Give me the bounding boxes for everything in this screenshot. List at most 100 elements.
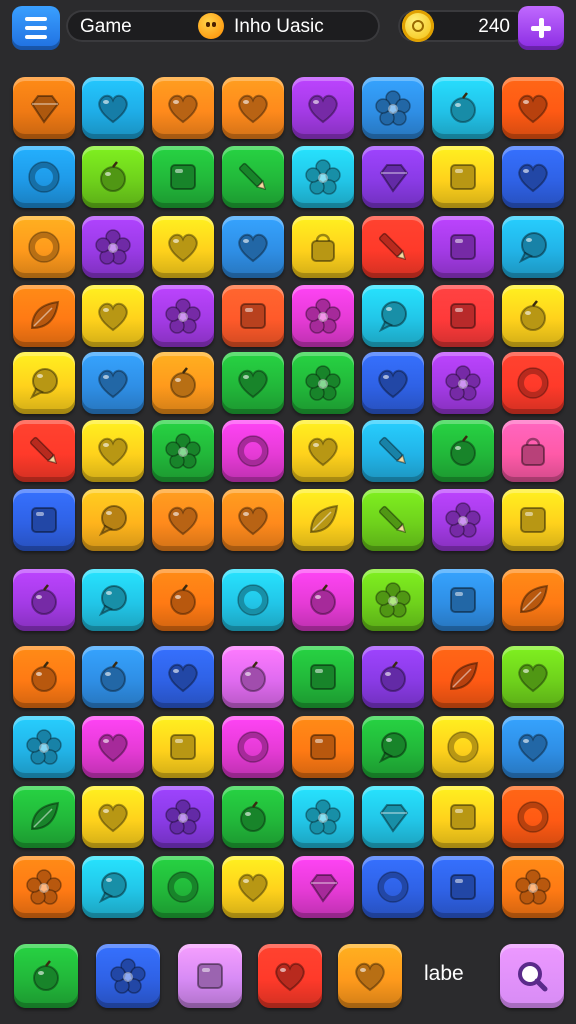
board-tile[interactable] xyxy=(432,216,494,278)
board-tile[interactable] xyxy=(222,856,284,918)
board-tile[interactable] xyxy=(432,786,494,848)
board-tile[interactable] xyxy=(152,569,214,631)
tray-tile[interactable] xyxy=(14,944,78,1008)
board-tile[interactable] xyxy=(13,77,75,139)
board-tile[interactable] xyxy=(362,569,424,631)
board-tile[interactable] xyxy=(362,786,424,848)
board-tile[interactable] xyxy=(222,352,284,414)
board-tile[interactable] xyxy=(502,285,564,347)
board-tile[interactable] xyxy=(152,646,214,708)
board-tile[interactable] xyxy=(292,786,354,848)
board-tile[interactable] xyxy=(152,77,214,139)
board-tile[interactable] xyxy=(82,77,144,139)
board-tile[interactable] xyxy=(502,146,564,208)
board-tile[interactable] xyxy=(222,216,284,278)
board-tile[interactable] xyxy=(362,285,424,347)
board-tile[interactable] xyxy=(152,716,214,778)
board-tile[interactable] xyxy=(13,856,75,918)
board-tile[interactable] xyxy=(82,216,144,278)
board-tile[interactable] xyxy=(432,352,494,414)
tray-tile[interactable] xyxy=(258,944,322,1008)
board-tile[interactable] xyxy=(82,716,144,778)
board-tile[interactable] xyxy=(502,77,564,139)
board-tile[interactable] xyxy=(222,786,284,848)
board-tile[interactable] xyxy=(432,77,494,139)
board-tile[interactable] xyxy=(502,352,564,414)
board-tile[interactable] xyxy=(222,569,284,631)
board-tile[interactable] xyxy=(82,489,144,551)
board-tile[interactable] xyxy=(362,420,424,482)
board-tile[interactable] xyxy=(432,420,494,482)
board-tile[interactable] xyxy=(82,420,144,482)
board-tile[interactable] xyxy=(82,786,144,848)
board-tile[interactable] xyxy=(152,285,214,347)
board-tile[interactable] xyxy=(13,352,75,414)
board-tile[interactable] xyxy=(222,646,284,708)
board-tile[interactable] xyxy=(13,716,75,778)
board-tile[interactable] xyxy=(13,216,75,278)
board-tile[interactable] xyxy=(432,285,494,347)
board-tile[interactable] xyxy=(222,285,284,347)
board-tile[interactable] xyxy=(502,716,564,778)
tray-tile[interactable] xyxy=(96,944,160,1008)
board-tile[interactable] xyxy=(82,352,144,414)
board-tile[interactable] xyxy=(502,786,564,848)
board-tile[interactable] xyxy=(502,216,564,278)
board-tile[interactable] xyxy=(432,716,494,778)
board-tile[interactable] xyxy=(152,786,214,848)
board-tile[interactable] xyxy=(82,646,144,708)
board-tile[interactable] xyxy=(292,285,354,347)
board-tile[interactable] xyxy=(152,856,214,918)
board-tile[interactable] xyxy=(13,285,75,347)
board-tile[interactable] xyxy=(362,489,424,551)
board-tile[interactable] xyxy=(362,77,424,139)
board-tile[interactable] xyxy=(432,856,494,918)
board-tile[interactable] xyxy=(502,489,564,551)
board-tile[interactable] xyxy=(292,352,354,414)
board-tile[interactable] xyxy=(292,216,354,278)
board-tile[interactable] xyxy=(432,569,494,631)
board-tile[interactable] xyxy=(292,856,354,918)
board-tile[interactable] xyxy=(152,146,214,208)
board-tile[interactable] xyxy=(502,569,564,631)
board-tile[interactable] xyxy=(362,646,424,708)
board-tile[interactable] xyxy=(502,420,564,482)
board-tile[interactable] xyxy=(82,285,144,347)
board-tile[interactable] xyxy=(82,569,144,631)
board-tile[interactable] xyxy=(292,716,354,778)
tray-tile[interactable] xyxy=(178,944,242,1008)
board-tile[interactable] xyxy=(82,856,144,918)
tray-tile[interactable] xyxy=(338,944,402,1008)
board-tile[interactable] xyxy=(502,856,564,918)
board-tile[interactable] xyxy=(152,420,214,482)
board-tile[interactable] xyxy=(13,646,75,708)
board-tile[interactable] xyxy=(432,146,494,208)
board-tile[interactable] xyxy=(222,716,284,778)
board-tile[interactable] xyxy=(362,856,424,918)
board-tile[interactable] xyxy=(152,489,214,551)
board-tile[interactable] xyxy=(82,146,144,208)
board-tile[interactable] xyxy=(152,352,214,414)
board-tile[interactable] xyxy=(222,77,284,139)
board-tile[interactable] xyxy=(362,216,424,278)
board-tile[interactable] xyxy=(292,77,354,139)
board-tile[interactable] xyxy=(222,146,284,208)
board-tile[interactable] xyxy=(292,420,354,482)
board-tile[interactable] xyxy=(362,352,424,414)
board-tile[interactable] xyxy=(13,420,75,482)
board-tile[interactable] xyxy=(292,569,354,631)
board-tile[interactable] xyxy=(362,716,424,778)
board-tile[interactable] xyxy=(432,646,494,708)
board-tile[interactable] xyxy=(502,646,564,708)
board-tile[interactable] xyxy=(292,489,354,551)
board-tile[interactable] xyxy=(362,146,424,208)
board-tile[interactable] xyxy=(432,489,494,551)
board-tile[interactable] xyxy=(13,786,75,848)
search-button[interactable] xyxy=(500,944,564,1008)
board-tile[interactable] xyxy=(222,489,284,551)
board-tile[interactable] xyxy=(13,146,75,208)
board-tile[interactable] xyxy=(13,489,75,551)
board-tile[interactable] xyxy=(222,420,284,482)
board-tile[interactable] xyxy=(13,569,75,631)
board-tile[interactable] xyxy=(292,146,354,208)
